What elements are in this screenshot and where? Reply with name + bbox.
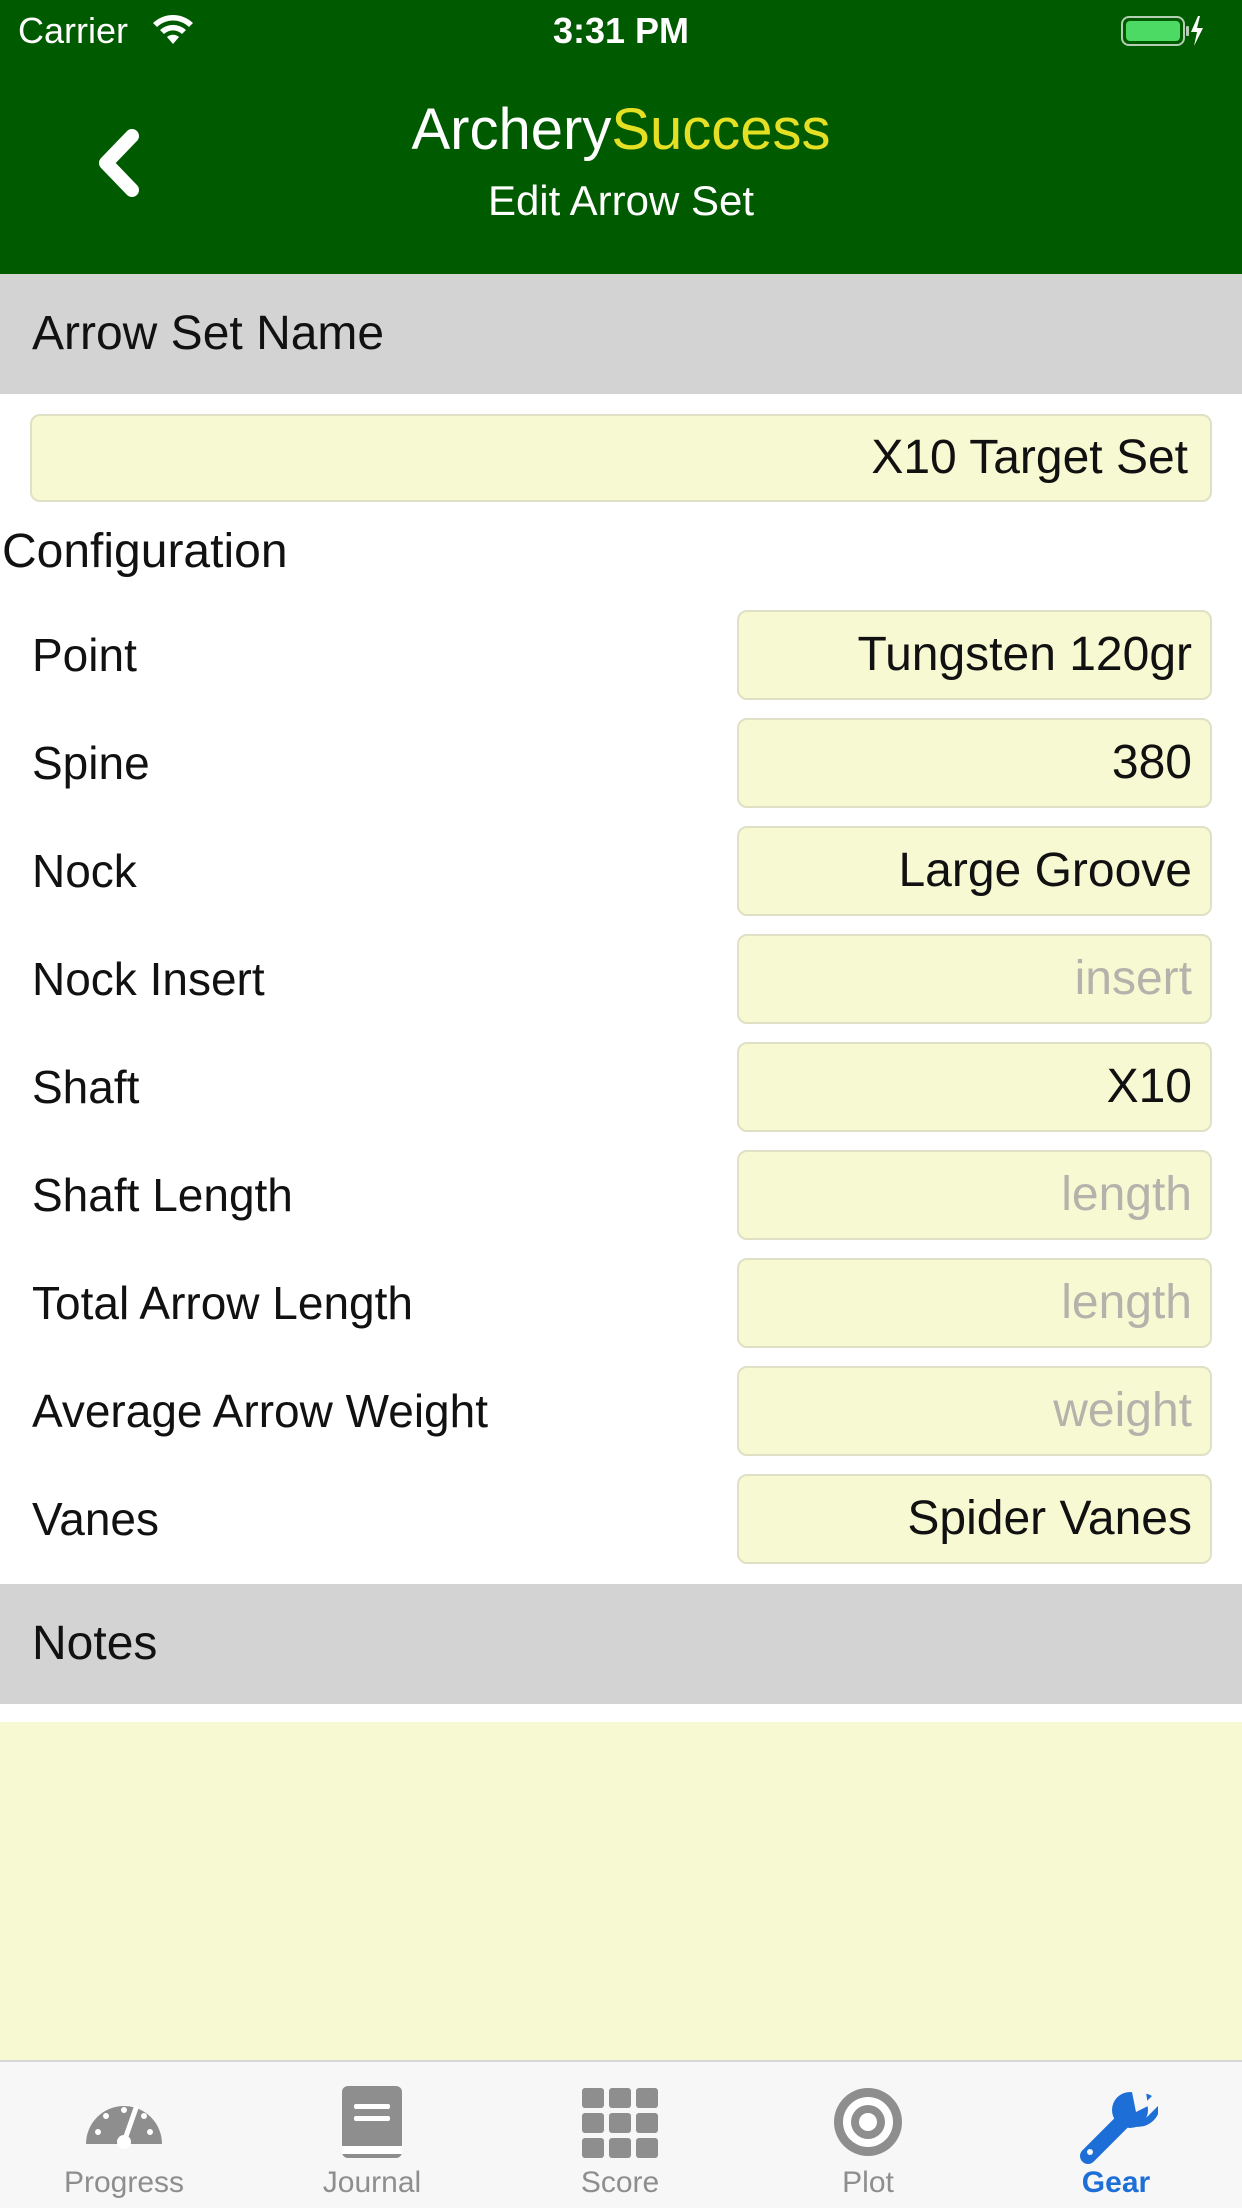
configuration-list: Point Tungsten 120gr Spine 380 Nock Large Gro… [0, 610, 1242, 1582]
app-title: ArcherySuccess [0, 96, 1242, 164]
page-subtitle: Edit Arrow Set [487, 177, 755, 224]
config-row-label: Nock [32, 845, 137, 897]
arrow-set-name-field[interactable]: X10 Target Set [30, 414, 1212, 502]
grid-icon [582, 2088, 658, 2158]
tab-label: Progress [63, 2166, 185, 2199]
config-row-label: Total Arrow Length [32, 1277, 414, 1329]
arrow-set-name-header: Arrow Set Name [0, 274, 1242, 394]
config-row-field[interactable]: weight [737, 1366, 1212, 1456]
config-row-label: Shaft [32, 1061, 140, 1113]
tab-score[interactable]: Score [496, 2062, 744, 2208]
app-title-part1: Archery [411, 97, 612, 162]
tab-label: Plot [842, 2166, 894, 2199]
config-row-label: Nock Insert [32, 953, 265, 1005]
config-row: Spine 380 [0, 718, 1242, 826]
tab-progress[interactable]: Progress [0, 2062, 248, 2208]
tab-label: Journal [322, 2166, 422, 2199]
config-row-label: Average Arrow Weight [32, 1385, 488, 1437]
config-row: Vanes Spider Vanes [0, 1474, 1242, 1582]
battery-icon [1121, 16, 1203, 46]
config-row-label: Point [32, 629, 137, 681]
tab-journal[interactable]: Journal [248, 2062, 496, 2208]
tab-bar: Progress Journal Score Plot Gear [0, 2060, 1242, 2208]
book-icon [342, 2086, 402, 2158]
config-row: Total Arrow Length length [0, 1258, 1242, 1366]
tab-label: Gear [1081, 2166, 1151, 2199]
config-row-field[interactable]: Tungsten 120gr [737, 610, 1212, 700]
config-row: Shaft X10 [0, 1042, 1242, 1150]
tab-plot[interactable]: Plot [744, 2062, 992, 2208]
config-row-field[interactable]: insert [737, 934, 1212, 1024]
config-row-field[interactable]: X10 [737, 1042, 1212, 1132]
config-row-label: Spine [32, 737, 150, 789]
config-row-field[interactable]: length [737, 1150, 1212, 1240]
configuration-title: Configuration [2, 525, 288, 578]
config-row: Nock Large Groove [0, 826, 1242, 934]
tab-label: Score [580, 2166, 660, 2199]
tab-gear[interactable]: Gear [992, 2062, 1240, 2208]
gauge-icon [86, 2105, 162, 2149]
config-row: Nock Insert insert [0, 934, 1242, 1042]
config-row: Average Arrow Weight weight [0, 1366, 1242, 1474]
config-row: Point Tungsten 120gr [0, 610, 1242, 718]
navigation-header: Carrier 3:31 PM ArcherySuccess Edit Arro… [0, 0, 1242, 274]
app-title-part2: Success [611, 97, 831, 162]
config-row-label: Vanes [32, 1493, 160, 1545]
status-time: 3:31 PM [552, 10, 690, 51]
target-icon [834, 2088, 902, 2156]
notes-textarea[interactable] [0, 1722, 1242, 2060]
config-row-field[interactable]: length [737, 1258, 1212, 1348]
config-row-field[interactable]: 380 [737, 718, 1212, 808]
notes-header: Notes [0, 1584, 1242, 1704]
config-row-field[interactable]: Large Groove [737, 826, 1212, 916]
config-row-field[interactable]: Spider Vanes [737, 1474, 1212, 1564]
edit-arrow-set-screen: Carrier 3:31 PM ArcherySuccess Edit Arro… [0, 0, 1242, 2208]
config-row-label: Shaft Length [32, 1169, 293, 1221]
config-row: Shaft Length length [0, 1150, 1242, 1258]
wrench-icon [1080, 2092, 1158, 2164]
